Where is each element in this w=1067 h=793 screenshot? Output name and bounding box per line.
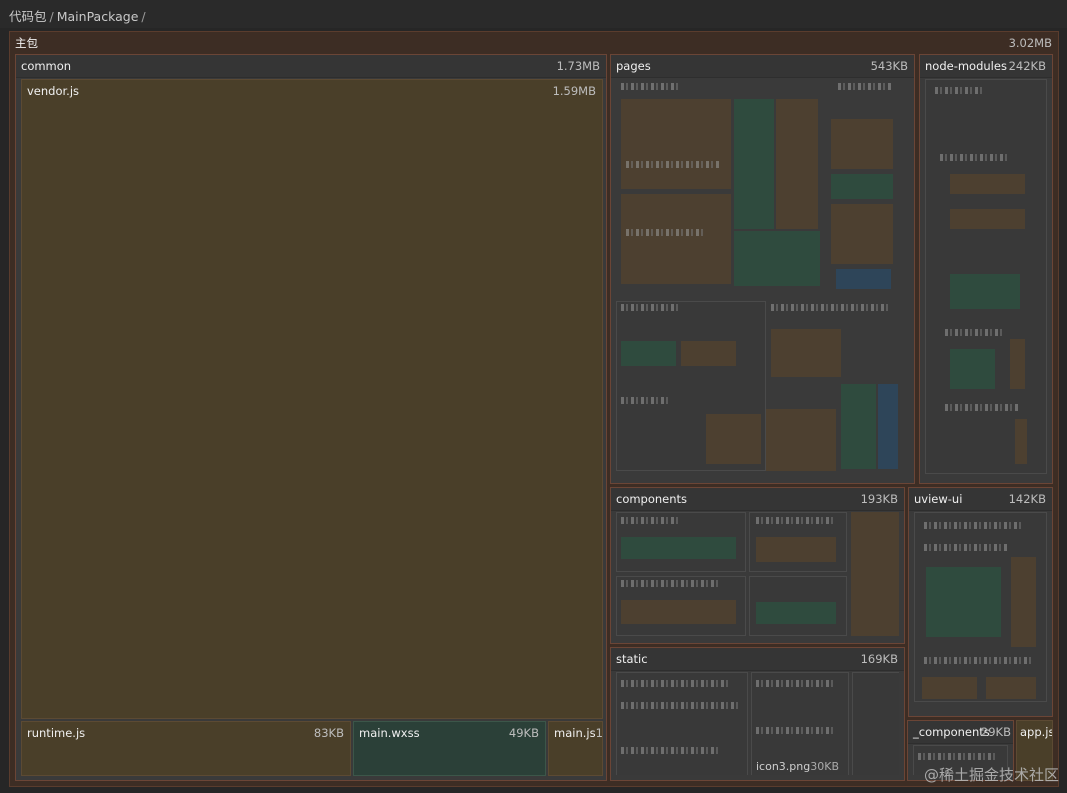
- folder-static-header: static 169KB: [611, 648, 904, 671]
- folder-components[interactable]: components 193KB: [610, 487, 905, 644]
- folder-static[interactable]: static 169KB icon3.png30KB: [610, 647, 905, 781]
- folder-name: pages: [616, 59, 651, 73]
- file-main-js[interactable]: main.js14: [548, 721, 603, 776]
- file-size: 83KB: [313, 726, 344, 740]
- folder-components-header: components 193KB: [611, 488, 904, 511]
- folder-name: components: [616, 492, 688, 506]
- file-vendor-js[interactable]: vendor.js 1.59MB: [21, 79, 603, 719]
- breadcrumb-item-main-package[interactable]: MainPackage: [57, 9, 139, 24]
- watermark: @稀土掘金技术社区: [923, 766, 1059, 784]
- root-size: 3.02MB: [1008, 36, 1052, 50]
- file-size: 30KB: [810, 760, 840, 773]
- folder-node-modules-header: node-modules 242KB: [920, 55, 1052, 78]
- folder-size: 242KB: [1008, 59, 1046, 73]
- folder-size: 169KB: [860, 652, 898, 666]
- folder-name: common: [21, 59, 72, 73]
- folder-name: uview-ui: [914, 492, 963, 506]
- folder-node-modules[interactable]: node-modules 242KB: [919, 54, 1053, 484]
- folder-pages-header: pages 543KB: [611, 55, 914, 78]
- breadcrumb-separator: /: [141, 9, 146, 24]
- file-name: main.js14: [554, 726, 602, 740]
- file-name: icon3.png: [756, 760, 811, 773]
- file-icon3-png[interactable]: icon3.png30KB: [756, 760, 848, 774]
- static-blurred-content: icon3.png30KB: [616, 672, 899, 775]
- file-name: main.wxss: [359, 726, 420, 740]
- node-modules-blurred-content: [925, 79, 1047, 478]
- folder-size: 29KB: [980, 725, 1011, 739]
- file-size: 1.59MB: [552, 84, 596, 98]
- folder-size: 193KB: [860, 492, 898, 506]
- folder-size: 1.73MB: [556, 59, 600, 73]
- breadcrumb-separator: /: [49, 9, 54, 24]
- folder-name: static: [616, 652, 648, 666]
- uview-ui-blurred-content: [914, 512, 1047, 711]
- folder-name: node-modules: [925, 59, 1007, 73]
- pages-blurred-content: [616, 79, 909, 478]
- root-name: 主包: [15, 36, 38, 50]
- folder-size: 142KB: [1008, 492, 1046, 506]
- folder-size: 543KB: [870, 59, 908, 73]
- breadcrumb-item-code-package[interactable]: 代码包: [9, 9, 47, 24]
- file-size: 49KB: [508, 726, 539, 740]
- file-name: runtime.js: [27, 726, 86, 740]
- components-blurred-content: [616, 512, 899, 638]
- folder-common-header: common 1.73MB: [16, 55, 606, 78]
- breadcrumb: 代码包 / MainPackage /: [0, 0, 1067, 28]
- file-name: app.js: [1020, 725, 1052, 739]
- folder-pages[interactable]: pages 543KB: [610, 54, 915, 484]
- file-name: vendor.js: [27, 84, 80, 98]
- folder-underscore-components-header: _components 29KB: [908, 721, 1013, 744]
- file-runtime-js[interactable]: runtime.js 83KB: [21, 721, 351, 776]
- folder-uview-ui[interactable]: uview-ui 142KB: [908, 487, 1053, 717]
- root-header: 主包 3.02MB: [10, 32, 1058, 54]
- treemap-root[interactable]: 主包 3.02MB common 1.73MB vendor.js 1.59MB …: [9, 31, 1059, 787]
- folder-uview-ui-header: uview-ui 142KB: [909, 488, 1052, 511]
- file-main-wxss[interactable]: main.wxss 49KB: [353, 721, 546, 776]
- folder-name: _components: [913, 725, 990, 739]
- folder-common[interactable]: common 1.73MB vendor.js 1.59MB runtime.js…: [15, 54, 607, 781]
